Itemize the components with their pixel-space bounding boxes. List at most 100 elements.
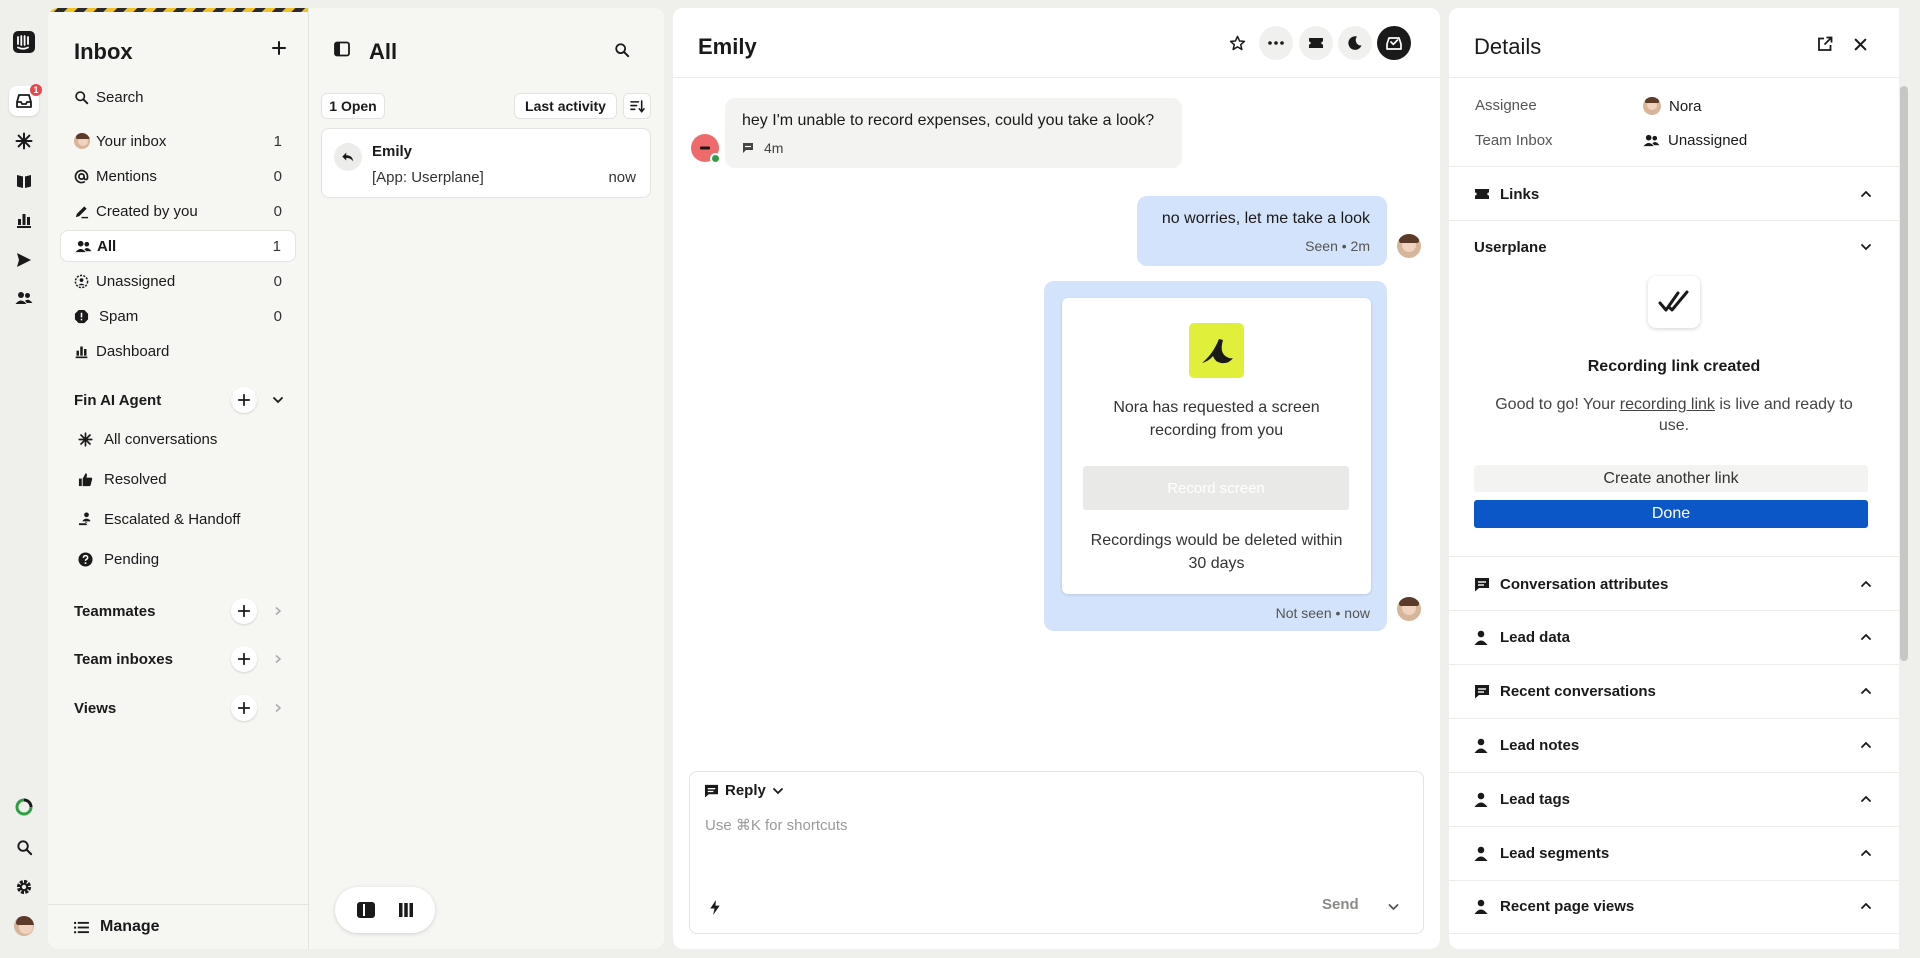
lead-tags-header[interactable]: Lead tags [1474, 787, 1874, 811]
bar-chart-icon [74, 344, 96, 359]
lead-segments-header[interactable]: Lead segments [1474, 841, 1874, 865]
sidebar-search[interactable]: Search [60, 81, 296, 113]
fin-add-button[interactable] [231, 387, 257, 413]
send-button[interactable]: Send [1322, 896, 1359, 913]
manage-label: Manage [100, 918, 160, 935]
chevron-down-icon[interactable] [270, 392, 286, 408]
chevron-up-icon [1858, 578, 1874, 590]
sidebar-item-created-by-you[interactable]: Created by you 0 [60, 195, 296, 227]
sidebar-item-count: 0 [273, 167, 282, 185]
sidebar-item-unassigned[interactable]: Unassigned 0 [60, 265, 296, 297]
chevron-right-icon[interactable] [270, 603, 286, 619]
details-panel: Details Assignee Nora Team Inbox Unassig… [1449, 8, 1899, 949]
section-title: Lead tags [1500, 790, 1571, 808]
settings-gear-icon[interactable] [9, 872, 39, 902]
ticket-button[interactable] [1299, 26, 1333, 60]
search-rail-icon[interactable] [9, 832, 39, 862]
sort-dropdown[interactable]: Last activity [514, 93, 617, 119]
team-inbox-field[interactable]: Unassigned [1643, 132, 1747, 149]
sidebar-item-label: Dashboard [96, 342, 170, 360]
conversation-header: Emily [673, 8, 1440, 78]
views-section-header[interactable]: Views [74, 693, 294, 723]
knowledge-icon[interactable] [9, 166, 39, 196]
contacts-icon[interactable] [9, 283, 39, 313]
team-inboxes-section-header[interactable]: Team inboxes [74, 644, 294, 674]
fin-icon[interactable] [9, 126, 39, 156]
people-icon [75, 239, 97, 254]
open-filter[interactable]: 1 Open [321, 93, 385, 119]
list-search-button[interactable] [604, 32, 640, 68]
conversation-view: Emily hey I'm unable to record expenses,… [673, 8, 1440, 949]
teammates-add-button[interactable] [231, 598, 257, 624]
sidebar-item-all[interactable]: All 1 [60, 230, 296, 262]
conversation-attributes-header[interactable]: Conversation attributes [1474, 572, 1874, 596]
avatar [74, 133, 96, 149]
chevron-right-icon[interactable] [270, 700, 286, 716]
close-conversation-button[interactable] [1377, 26, 1411, 60]
sidebar-toggle-icon[interactable] [334, 41, 350, 57]
outbound-icon[interactable] [9, 245, 39, 275]
external-link-icon[interactable] [1815, 34, 1835, 54]
intercom-logo-icon[interactable] [9, 27, 39, 57]
sidebar-item-dashboard[interactable]: Dashboard [60, 335, 296, 367]
create-another-link-button[interactable]: Create another link [1474, 465, 1868, 492]
star-button[interactable] [1220, 26, 1254, 60]
details-title: Details [1474, 34, 1542, 59]
userplane-section-header[interactable]: Userplane [1474, 235, 1874, 259]
retention-note: Recordings would be deleted within 30 da… [1090, 532, 1343, 572]
sidebar-item-your-inbox[interactable]: Your inbox 1 [60, 125, 296, 157]
fin-section-header[interactable]: Fin AI Agent [74, 385, 294, 415]
new-conversation-button[interactable] [266, 35, 292, 61]
team-inboxes-title: Team inboxes [74, 650, 173, 668]
chevron-up-icon [1858, 793, 1874, 805]
manage-button[interactable]: Manage [48, 904, 308, 949]
message-meta: 4m [742, 140, 783, 156]
chevron-down-icon[interactable] [1387, 902, 1400, 912]
agent-avatar [1397, 597, 1421, 621]
conversation-item[interactable]: Emily [App: Userplane] now [321, 128, 651, 198]
sidebar-item-mentions[interactable]: Mentions 0 [60, 160, 296, 192]
sidebar-item-spam[interactable]: Spam 0 [60, 300, 296, 332]
inbox-nav-icon[interactable]: 1 [9, 84, 42, 116]
reply-composer[interactable]: Reply Use ⌘K for shortcuts Send [689, 771, 1424, 934]
lead-data-header[interactable]: Lead data [1474, 625, 1874, 649]
recent-conversations-header[interactable]: Recent conversations [1474, 679, 1874, 703]
composer-input[interactable]: Use ⌘K for shortcuts [705, 816, 848, 834]
more-button[interactable] [1259, 26, 1293, 60]
user-avatar [691, 134, 721, 164]
conversation-time: now [608, 169, 636, 186]
snooze-button[interactable] [1338, 26, 1372, 60]
status-icon[interactable] [9, 792, 39, 822]
single-pane-icon[interactable] [356, 902, 375, 918]
sidebar-item-escalated[interactable]: Escalated & Handoff [78, 504, 240, 534]
people-icon [1643, 134, 1660, 147]
teammates-section-header[interactable]: Teammates [74, 596, 294, 626]
links-section-header[interactable]: Links [1474, 182, 1874, 206]
sidebar-item-resolved[interactable]: Resolved [78, 464, 167, 494]
done-button[interactable]: Done [1474, 500, 1868, 528]
layout-toggle [335, 887, 435, 933]
chevron-right-icon[interactable] [270, 651, 286, 667]
sidebar-item-all-conversations[interactable]: All conversations [78, 424, 217, 454]
assignee-field[interactable]: Nora [1643, 97, 1702, 115]
lead-notes-header[interactable]: Lead notes [1474, 733, 1874, 757]
chevron-up-icon [1858, 739, 1874, 751]
recording-link[interactable]: recording link [1620, 396, 1715, 413]
user-avatar[interactable] [9, 911, 39, 941]
sidebar-item-pending[interactable]: Pending [78, 544, 159, 574]
recent-page-views-header[interactable]: Recent page views [1474, 894, 1874, 918]
reply-mode-dropdown[interactable]: Reply [704, 782, 784, 799]
views-add-button[interactable] [231, 695, 257, 721]
sort-order-button[interactable] [623, 93, 651, 119]
chevron-up-icon [1858, 900, 1874, 912]
message-meta: Not seen • now [1275, 605, 1370, 621]
inbox-title: Inbox [74, 39, 133, 64]
lightning-icon[interactable] [708, 899, 722, 916]
columns-icon[interactable] [398, 902, 414, 918]
close-icon[interactable] [1850, 34, 1870, 54]
reports-icon[interactable] [9, 205, 39, 235]
team-inboxes-add-button[interactable] [231, 646, 257, 672]
team-inbox-value: Unassigned [1668, 132, 1748, 149]
record-screen-button[interactable]: Record screen [1083, 466, 1349, 510]
details-scrollbar[interactable] [1900, 86, 1908, 661]
